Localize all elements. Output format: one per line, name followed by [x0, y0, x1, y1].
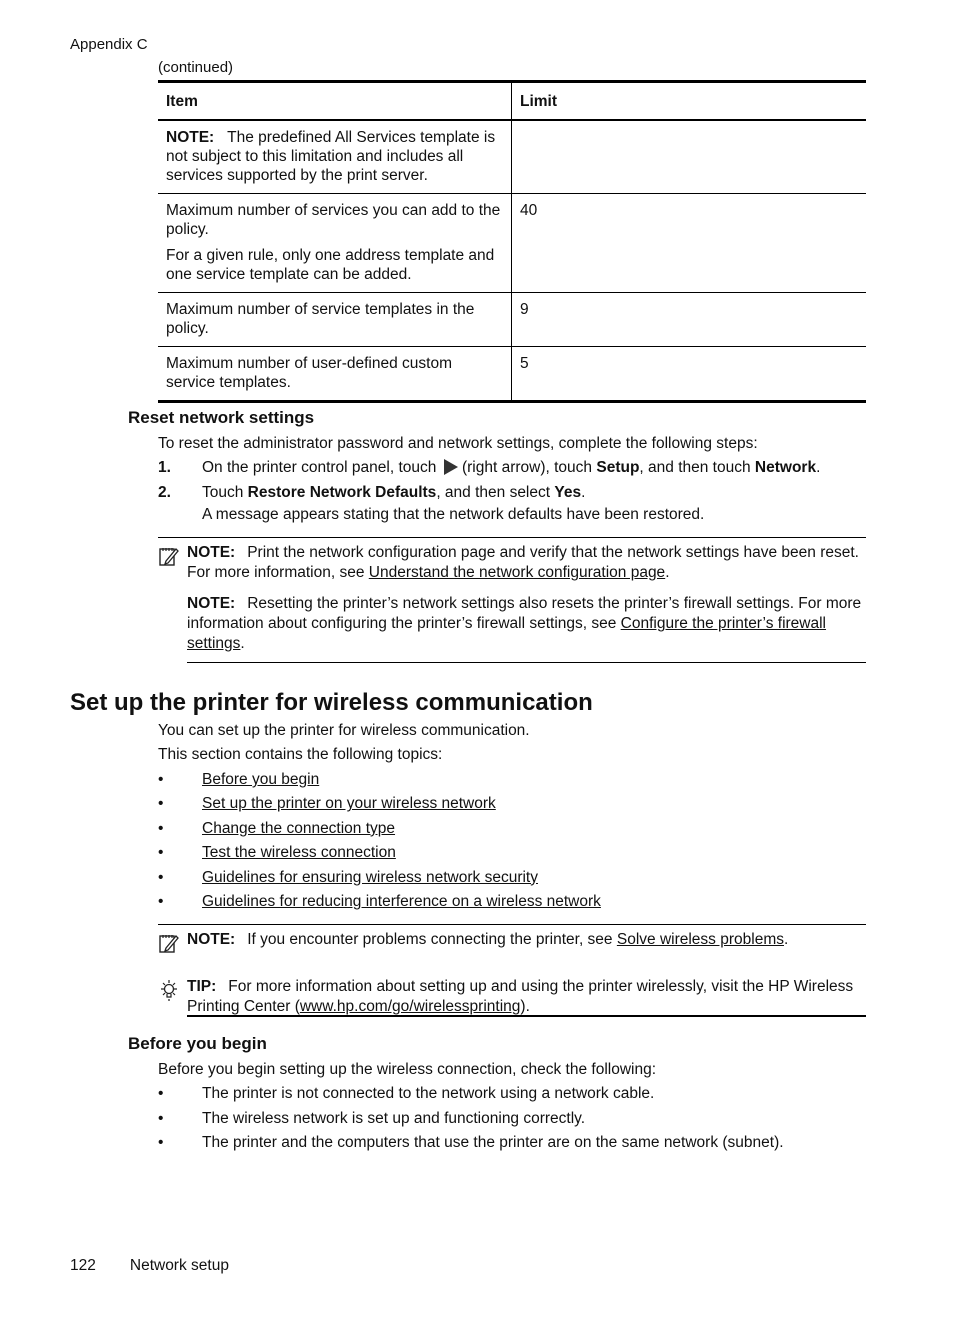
list-item: • Change the connection type [158, 819, 601, 843]
item-text: Maximum number of service templates in t… [166, 301, 475, 337]
divider [158, 924, 866, 925]
divider [187, 662, 866, 663]
note-block: NOTE: If you encounter problems connectin… [158, 930, 866, 960]
note-label: NOTE: [187, 931, 236, 948]
topic-link[interactable]: Before you begin [202, 770, 319, 794]
item-text: Maximum number of services you can add t… [166, 202, 501, 238]
running-head: Appendix C [70, 36, 148, 53]
divider [158, 537, 866, 538]
step-2-result: A message appears stating that the netwo… [202, 506, 705, 523]
step-text: On the printer control panel, touch (rig… [202, 459, 821, 476]
limit-cell [512, 120, 867, 194]
section-heading-before: Before you begin [128, 1034, 267, 1053]
page-number: 122 [70, 1257, 96, 1274]
tip-block: TIP: For more information about setting u… [158, 977, 866, 1017]
item-cell: Maximum number of user-defined custom se… [158, 346, 512, 402]
topic-link[interactable]: Change the connection type [202, 819, 395, 843]
table-header-row: Item Limit [158, 81, 866, 120]
note-label: NOTE: [187, 595, 236, 612]
list-item: • The wireless network is set up and func… [158, 1109, 586, 1127]
limit-cell: 5 [520, 355, 529, 372]
reset-intro: To reset the administrator password and … [158, 435, 758, 452]
item-subtext: For a given rule, only one address templ… [166, 247, 495, 283]
item-cell: Maximum number of services you can add t… [158, 193, 512, 293]
note-block: NOTE: Resetting the printer’s network set… [187, 595, 862, 652]
tip-label: TIP: [187, 978, 217, 995]
table-row: Maximum number of user-defined custom se… [158, 346, 866, 402]
step-number: 2. [158, 484, 171, 501]
column-header-limit: Limit [520, 93, 558, 110]
list-item: • The printer and the computers that use … [158, 1134, 784, 1151]
topic-list: • Before you begin • Set up the printer on… [158, 770, 601, 916]
note-pencil-icon [158, 930, 187, 960]
step-number: 1. [158, 459, 171, 476]
note-block: NOTE: Print the network configuration pag… [158, 543, 866, 583]
topic-link[interactable]: Guidelines for reducing interference on … [202, 892, 601, 916]
note-pencil-icon [158, 543, 187, 583]
topic-link[interactable]: Set up the printer on your wireless netw… [202, 794, 496, 818]
section-heading-wireless: Set up the printer for wireless communic… [70, 689, 593, 716]
table-row: Maximum number of services you can add t… [158, 193, 866, 293]
footer-section: Network setup [129, 1257, 229, 1274]
item-cell: NOTE: The predefined All Services templa… [158, 120, 512, 194]
link-solve-wireless-problems[interactable]: Solve wireless problems [617, 931, 784, 948]
section-heading-reset: Reset network settings [128, 408, 315, 427]
topic-link[interactable]: Guidelines for ensuring wireless network… [202, 868, 538, 892]
item-text: Maximum number of user-defined custom se… [166, 355, 453, 391]
list-item: • Test the wireless connection [158, 843, 601, 867]
page-footer: 122 Network setup [70, 1257, 229, 1275]
column-header-item: Item [158, 81, 512, 120]
list-item: • Before you begin [158, 770, 601, 794]
limits-table: Item Limit NOTE: The predefined All Serv… [158, 80, 866, 403]
right-arrow-icon [443, 459, 458, 475]
divider [187, 1015, 866, 1017]
item-cell: Maximum number of service templates in t… [158, 292, 512, 347]
topic-link[interactable]: Test the wireless connection [202, 843, 396, 867]
tip-lightbulb-icon [158, 977, 187, 1017]
table-row: NOTE: The predefined All Services templa… [158, 120, 866, 194]
reset-notes: NOTE: Print the network configuration pag… [158, 543, 866, 654]
table-continued-label: (continued) [158, 59, 234, 76]
limit-cell: 40 [520, 202, 538, 219]
link-hp-wireless-printing[interactable]: www.hp.com/go/wirelessprinting [300, 998, 521, 1015]
wireless-topics-intro: This section contains the following topi… [158, 746, 443, 763]
checklist: • The printer is not connected to the net… [158, 1084, 784, 1158]
item-text: The predefined All Services template is … [166, 129, 496, 184]
list-item: • Guidelines for reducing interference on… [158, 892, 601, 916]
list-item: • Guidelines for ensuring wireless networ… [158, 868, 601, 892]
step-text: Touch Restore Network Defaults, and then… [202, 484, 586, 501]
before-intro: Before you begin setting up the wireless… [158, 1061, 657, 1078]
list-item: • The printer is not connected to the net… [158, 1085, 655, 1102]
note-label: NOTE: [187, 544, 236, 561]
step-2: 2. Touch Restore Network Defaults, and t… [158, 483, 585, 503]
step-1: 1. On the printer control panel, touch (… [158, 458, 820, 478]
list-item: • Set up the printer on your wireless net… [158, 794, 601, 818]
table-row: Maximum number of service templates in t… [158, 292, 866, 347]
note-label: NOTE: [166, 129, 215, 146]
limit-cell: 9 [520, 301, 529, 318]
link-network-config-page[interactable]: Understand the network configuration pag… [369, 564, 665, 581]
wireless-notes: NOTE: If you encounter problems connectin… [158, 930, 866, 1017]
wireless-intro: You can set up the printer for wireless … [158, 722, 530, 739]
